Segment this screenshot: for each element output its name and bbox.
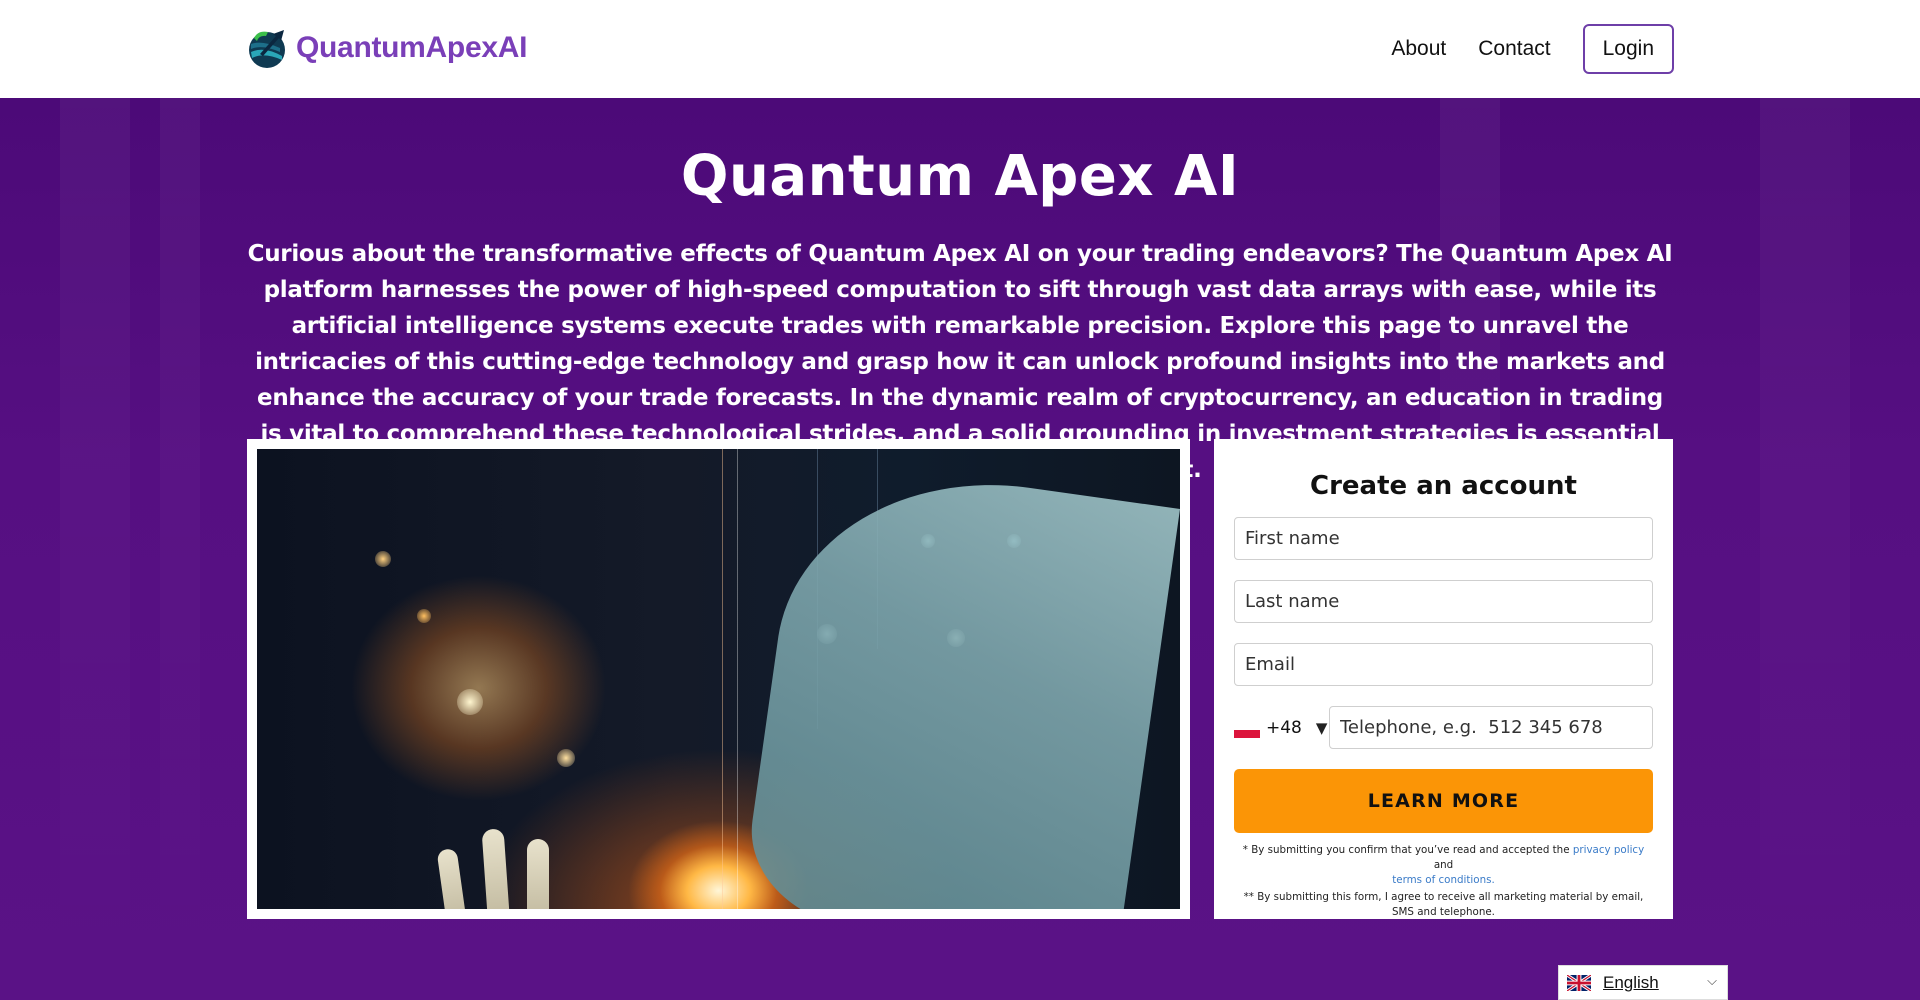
disclaimer-text: and (1433, 859, 1454, 871)
country-code-selector[interactable]: +48 ▼ (1234, 706, 1329, 749)
privacy-policy-link[interactable]: privacy policy (1573, 844, 1644, 856)
phone-input[interactable] (1329, 706, 1653, 749)
language-selector[interactable]: English ⌵ (1558, 965, 1728, 1000)
spark (557, 749, 575, 767)
bg-streak (1760, 98, 1850, 1000)
human-finger (527, 839, 549, 909)
marketing-disclaimer: ** By submitting this form, I agree to r… (1243, 891, 1644, 918)
language-label: English (1603, 972, 1659, 992)
spark (417, 609, 431, 623)
hero-image-frame (247, 439, 1190, 919)
spark (375, 551, 391, 567)
light-line (722, 449, 723, 909)
nav-about-link[interactable]: About (1391, 37, 1446, 61)
ai-hands-illustration (257, 449, 1180, 909)
robot-hand (739, 456, 1180, 909)
email-input[interactable] (1234, 643, 1653, 686)
form-title: Create an account (1310, 471, 1577, 501)
brand-name: QuantumApexAI (296, 31, 528, 64)
disclaimer-text: * By submitting you confirm that you’ve … (1242, 844, 1573, 856)
signup-form-card: Create an account +48 ▼ LEARN MORE * By … (1214, 439, 1673, 919)
terms-link[interactable]: terms of conditions. (1392, 874, 1495, 886)
bg-streak (160, 98, 200, 1000)
login-button[interactable]: Login (1582, 24, 1674, 74)
site-header: QuantumApexAI About Contact Login (0, 0, 1920, 98)
spark (457, 689, 483, 715)
last-name-input[interactable] (1234, 580, 1653, 623)
privacy-disclaimer: * By submitting you confirm that you’ve … (1234, 843, 1653, 888)
poland-flag-icon (1234, 721, 1260, 738)
main-nav: About Contact Login (1391, 24, 1674, 74)
hero-title: Quantum Apex AI (680, 144, 1240, 209)
learn-more-button[interactable]: LEARN MORE (1234, 769, 1653, 833)
dial-code: +48 (1266, 717, 1302, 738)
human-finger (436, 847, 468, 909)
brand-logo[interactable]: QuantumApexAI (246, 26, 527, 70)
caret-down-icon: ▼ (1315, 718, 1328, 737)
uk-flag-icon (1567, 974, 1591, 991)
first-name-input[interactable] (1234, 517, 1653, 560)
light-line (737, 449, 738, 909)
logo-globe-arrow-icon (249, 30, 285, 68)
nav-contact-link[interactable]: Contact (1478, 37, 1550, 61)
chevron-down-icon: ⌵ (1707, 974, 1717, 989)
phone-row: +48 ▼ (1234, 706, 1653, 749)
bg-streak (60, 98, 130, 1000)
human-finger (481, 828, 511, 909)
